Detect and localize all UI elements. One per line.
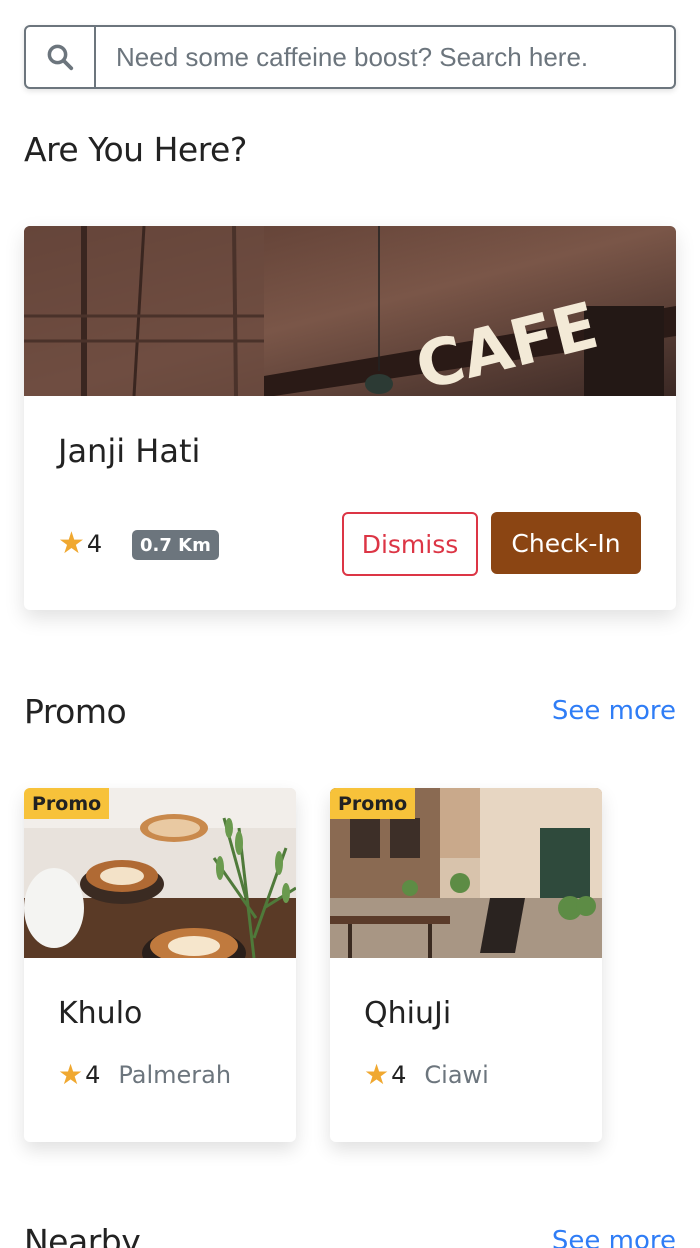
section-title-promo: Promo <box>24 692 127 731</box>
rating-value: 4 <box>86 529 103 558</box>
search-button[interactable] <box>26 27 96 87</box>
cafe-sign-image: CAFE <box>24 226 676 396</box>
star-icon: ★ <box>58 1058 84 1091</box>
place-name: Janji Hati <box>58 432 201 470</box>
rating-value: 4 <box>391 1060 407 1089</box>
dismiss-button[interactable]: Dismiss <box>342 512 478 576</box>
rating: ★ 4 <box>58 526 102 561</box>
promo-card-khulo[interactable]: Promo Khulo ★ 4 Palmerah <box>24 788 296 1142</box>
search-input[interactable] <box>96 27 674 87</box>
promo-name: QhiuJi <box>364 996 452 1031</box>
checkin-button[interactable]: Check-In <box>491 512 641 574</box>
distance-badge: 0.7 Km <box>132 530 219 560</box>
promo-meta: ★ 4 Ciawi <box>364 1058 489 1091</box>
search-bar[interactable] <box>24 25 676 89</box>
location-label: Palmerah <box>118 1060 232 1089</box>
promo-see-more-link[interactable]: See more <box>552 696 676 726</box>
section-title-nearby: Nearby <box>24 1222 141 1248</box>
section-title-here: Are You Here? <box>24 130 247 169</box>
promo-card-qhiuji[interactable]: Promo QhiuJi ★ 4 Ciawi <box>330 788 602 1142</box>
promo-badge: Promo <box>330 788 416 819</box>
checkin-card: CAFE Janji Hati ★ 4 0.7 Km Dismiss Check… <box>24 226 676 610</box>
star-icon: ★ <box>58 526 85 561</box>
nearby-see-more-link[interactable]: See more <box>552 1226 676 1248</box>
promo-badge: Promo <box>24 788 110 819</box>
location-label: Ciawi <box>424 1060 489 1089</box>
promo-name: Khulo <box>58 996 143 1031</box>
rating-value: 4 <box>85 1060 101 1089</box>
star-icon: ★ <box>364 1058 390 1091</box>
search-icon <box>47 44 74 71</box>
promo-meta: ★ 4 Palmerah <box>58 1058 231 1091</box>
